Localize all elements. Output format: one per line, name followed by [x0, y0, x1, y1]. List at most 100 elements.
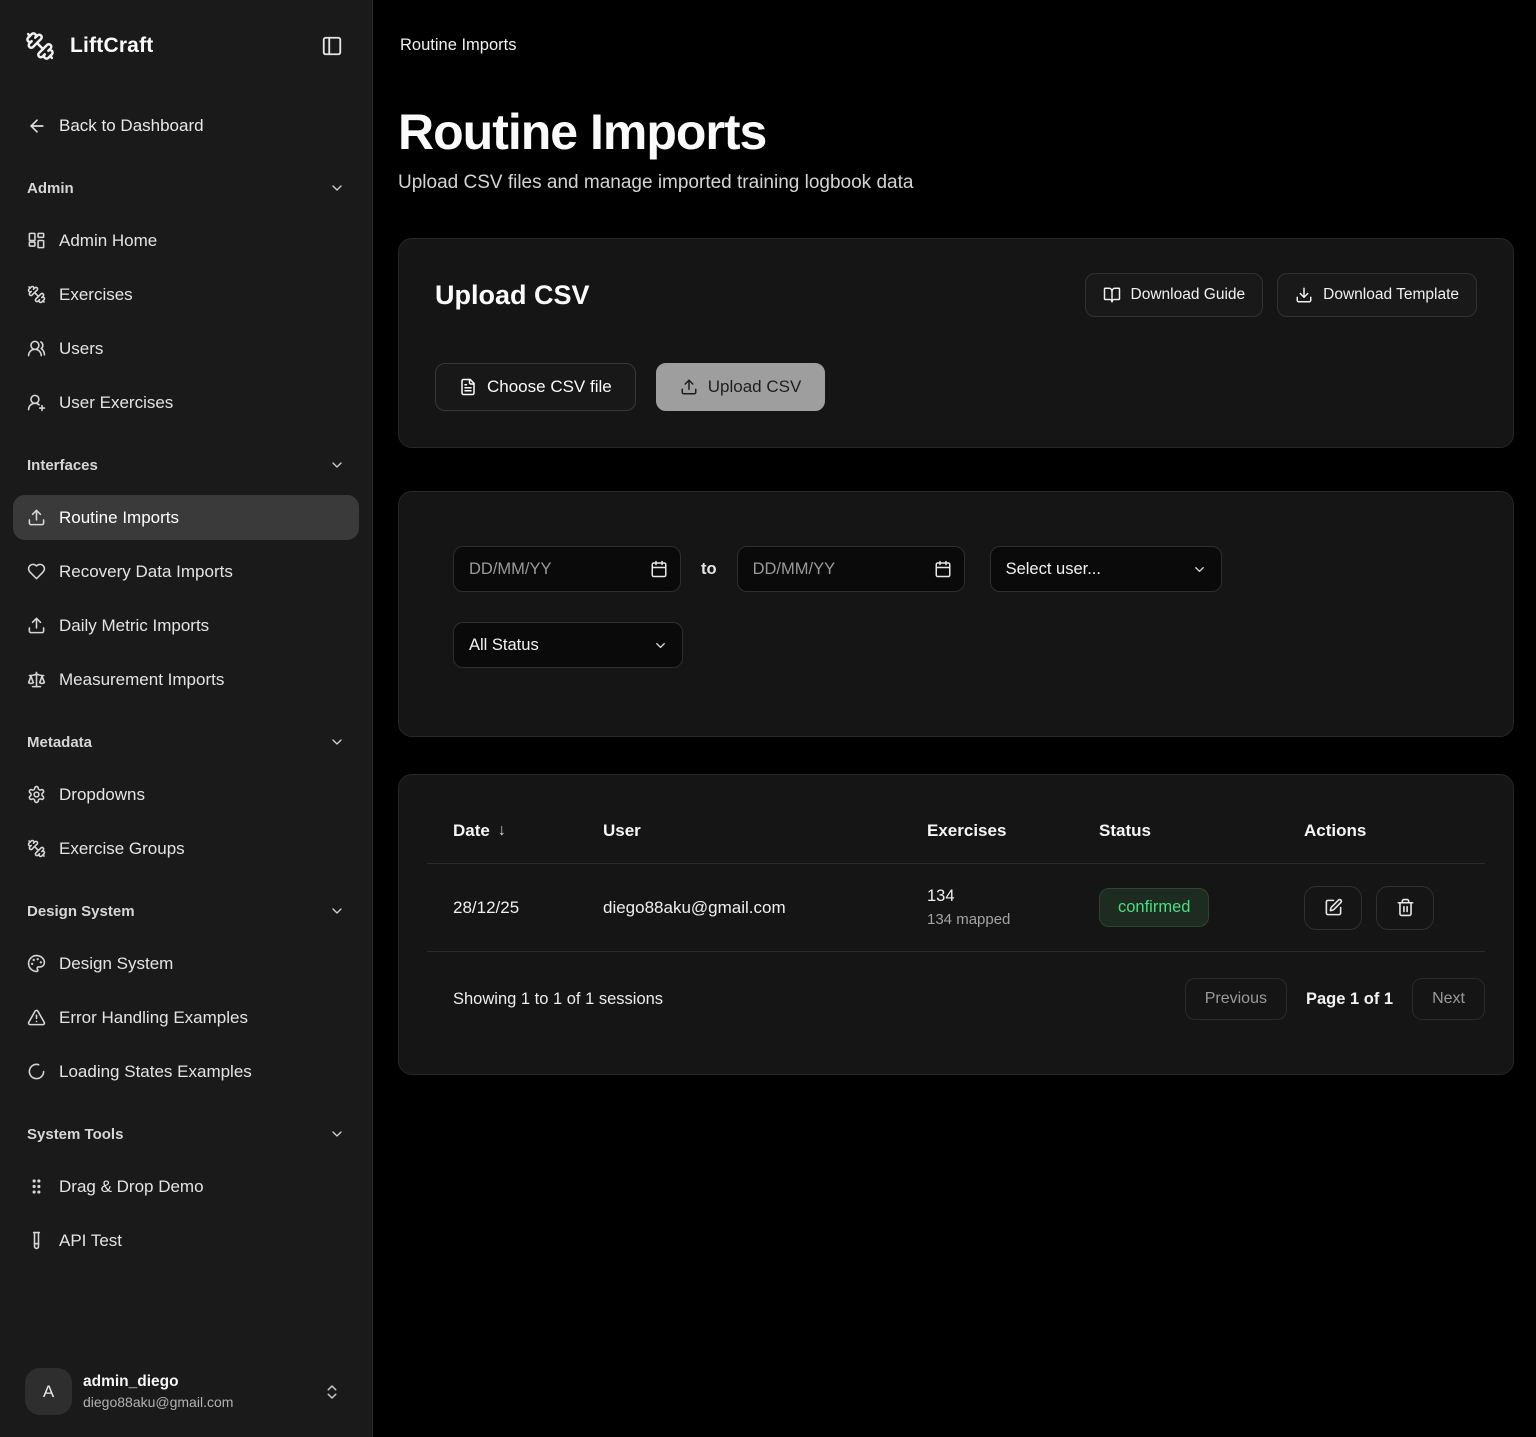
edit-pencil-icon: [1324, 898, 1343, 917]
section-header-design-system[interactable]: Design System: [13, 895, 359, 927]
upload-csv-button[interactable]: Upload CSV: [656, 363, 826, 411]
chevrons-up-down-icon: [323, 1383, 341, 1401]
section-header-interfaces[interactable]: Interfaces: [13, 449, 359, 481]
sidebar-item-api-test[interactable]: API Test: [13, 1218, 359, 1263]
upload-icon: [27, 508, 46, 527]
download-template-button[interactable]: Download Template: [1277, 273, 1477, 317]
sidebar-item-drag-drop-demo[interactable]: Drag & Drop Demo: [13, 1164, 359, 1209]
chevron-down-icon: [329, 180, 345, 196]
sidebar-item-routine-imports[interactable]: Routine Imports: [13, 495, 359, 540]
upload-csv-card: Upload CSV Download Guide Download Templ…: [398, 238, 1514, 448]
section-interfaces: Interfaces Routine Imports Recovery Data…: [13, 449, 359, 702]
brand: LiftCraft: [25, 31, 153, 61]
sidebar-item-users[interactable]: Users: [13, 326, 359, 371]
app-root: LiftCraft Back to Dashboard Admin Admin …: [0, 0, 1536, 1437]
sidebar-collapse-button[interactable]: [317, 31, 347, 61]
calendar-icon[interactable]: [934, 560, 952, 578]
sort-desc-indicator: ↓: [498, 822, 506, 840]
grip-vertical-icon: [27, 1177, 46, 1196]
column-header-user: User: [603, 821, 927, 841]
page-indicator: Page 1 of 1: [1306, 990, 1393, 1009]
column-header-date[interactable]: Date ↓: [453, 821, 603, 841]
user-menu[interactable]: A admin_diego diego88aku@gmail.com: [13, 1354, 359, 1437]
sidebar-item-loading-states-examples[interactable]: Loading States Examples: [13, 1049, 359, 1094]
chevron-down-icon: [1192, 562, 1207, 577]
chevron-down-icon: [329, 1126, 345, 1142]
user-email: diego88aku@gmail.com: [83, 1394, 312, 1410]
page-title: Routine Imports: [398, 105, 1514, 160]
dumbbell-icon: [27, 285, 46, 304]
test-tube-icon: [27, 1231, 46, 1250]
dumbbell-icon: [27, 839, 46, 858]
previous-page-button[interactable]: Previous: [1185, 978, 1287, 1020]
pagination: Previous Page 1 of 1 Next: [1185, 978, 1485, 1020]
loader-icon: [27, 1062, 46, 1081]
status-select[interactable]: All Status: [453, 622, 683, 668]
main-content: Routine Imports Routine Imports Upload C…: [373, 0, 1536, 1437]
table-row: 28/12/25 diego88aku@gmail.com 134 134 ma…: [427, 864, 1485, 952]
app-title: LiftCraft: [70, 34, 153, 58]
results-summary: Showing 1 to 1 of 1 sessions: [453, 990, 663, 1009]
upload-icon: [27, 616, 46, 635]
delete-button[interactable]: [1376, 886, 1434, 930]
section-header-admin[interactable]: Admin: [13, 172, 359, 204]
book-open-icon: [1103, 286, 1121, 304]
section-admin: Admin Admin Home Exercises Users: [13, 172, 359, 425]
sidebar-item-measurement-imports[interactable]: Measurement Imports: [13, 657, 359, 702]
section-header-system-tools[interactable]: System Tools: [13, 1118, 359, 1150]
sidebar-item-dropdowns[interactable]: Dropdowns: [13, 772, 359, 817]
date-to-field[interactable]: [738, 560, 964, 579]
back-to-dashboard-link[interactable]: Back to Dashboard: [13, 104, 359, 148]
sidebar-item-exercises[interactable]: Exercises: [13, 272, 359, 317]
edit-button[interactable]: [1304, 886, 1362, 930]
cell-user: diego88aku@gmail.com: [603, 898, 927, 918]
next-page-button[interactable]: Next: [1412, 978, 1485, 1020]
scale-icon: [27, 670, 46, 689]
alert-triangle-icon: [27, 1008, 46, 1027]
back-to-dashboard-label: Back to Dashboard: [59, 116, 204, 136]
date-to-input[interactable]: [737, 546, 965, 592]
sidebar-nav: Admin Admin Home Exercises Users: [13, 148, 359, 1263]
sidebar-item-daily-metric-imports[interactable]: Daily Metric Imports: [13, 603, 359, 648]
date-from-field[interactable]: [454, 560, 680, 579]
section-system-tools: System Tools Drag & Drop Demo API Test: [13, 1118, 359, 1263]
arrow-left-icon: [27, 116, 47, 136]
users-icon: [27, 339, 46, 358]
table-header-row: Date ↓ User Exercises Status Actions: [427, 775, 1485, 864]
chevron-down-icon: [653, 638, 668, 653]
dumbbell-logo-icon: [25, 31, 55, 61]
user-plus-icon: [27, 393, 46, 412]
cell-exercises: 134 134 mapped: [927, 887, 1099, 928]
calendar-icon[interactable]: [650, 560, 668, 578]
chevron-down-icon: [329, 903, 345, 919]
sidebar-item-error-handling-examples[interactable]: Error Handling Examples: [13, 995, 359, 1040]
sidebar-item-design-system[interactable]: Design System: [13, 941, 359, 986]
section-header-metadata[interactable]: Metadata: [13, 726, 359, 758]
section-design-system: Design System Design System Error Handli…: [13, 895, 359, 1094]
cell-actions: [1304, 886, 1485, 930]
status-badge: confirmed: [1099, 888, 1209, 927]
section-metadata: Metadata Dropdowns Exercise Groups: [13, 726, 359, 871]
sidebar-item-exercise-groups[interactable]: Exercise Groups: [13, 826, 359, 871]
column-header-actions: Actions: [1304, 821, 1485, 841]
download-guide-button[interactable]: Download Guide: [1085, 273, 1264, 317]
cell-date: 28/12/25: [453, 898, 603, 918]
chevron-down-icon: [329, 734, 345, 750]
date-from-input[interactable]: [453, 546, 681, 592]
filters-card: to Select user... All Status: [398, 491, 1514, 737]
download-icon: [1295, 286, 1313, 304]
heart-icon: [27, 562, 46, 581]
palette-icon: [27, 954, 46, 973]
sidebar-item-recovery-data-imports[interactable]: Recovery Data Imports: [13, 549, 359, 594]
user-name: admin_diego: [83, 1373, 312, 1391]
choose-csv-file-button[interactable]: Choose CSV file: [435, 363, 636, 411]
user-select[interactable]: Select user...: [990, 546, 1222, 592]
sidebar-header: LiftCraft: [13, 22, 359, 70]
avatar: A: [25, 1368, 72, 1415]
sidebar-item-admin-home[interactable]: Admin Home: [13, 218, 359, 263]
sidebar-item-user-exercises[interactable]: User Exercises: [13, 380, 359, 425]
gear-icon: [27, 785, 46, 804]
column-header-exercises: Exercises: [927, 821, 1099, 841]
sidebar: LiftCraft Back to Dashboard Admin Admin …: [0, 0, 373, 1437]
trash-icon: [1396, 898, 1415, 917]
